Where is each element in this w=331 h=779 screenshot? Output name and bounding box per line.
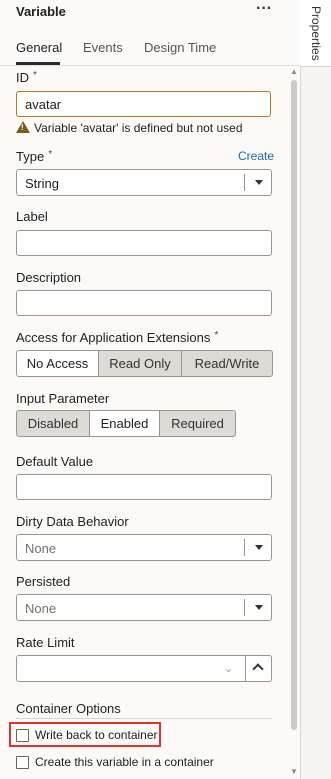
input-parameter-label: Input Parameter [16,391,110,406]
container-options-label: Container Options [16,701,121,716]
type-label: Type * [16,149,53,164]
warning-icon [16,121,30,133]
dirty-data-select[interactable]: None [16,534,272,561]
scroll-down-icon[interactable]: ▼ [290,768,298,776]
input-parameter-required-button[interactable]: Required [159,410,236,437]
chevron-down-icon[interactable]: ⌄ [224,662,233,675]
access-label: Access for Application Extensions * [16,330,219,345]
default-value-label: Default Value [16,454,94,469]
id-label: ID * [16,70,37,85]
input-parameter-enabled-button[interactable]: Enabled [89,410,160,437]
input-parameter-disabled-button[interactable]: Disabled [16,410,90,437]
persisted-label: Persisted [16,574,71,589]
tab-general[interactable]: General [16,40,62,55]
type-select[interactable]: String [16,169,272,196]
description-input[interactable] [16,290,272,316]
caret-down-icon[interactable] [255,545,263,550]
persisted-select[interactable]: None [16,594,272,621]
dirty-data-label: Dirty Data Behavior [16,514,129,529]
persisted-value: None [25,601,57,616]
default-value-input[interactable] [16,474,272,500]
access-no-access-button[interactable]: No Access [16,350,99,377]
select-divider [244,599,245,616]
tab-events[interactable]: Events [83,40,123,55]
tab-design-time[interactable]: Design Time [144,40,216,55]
label-input[interactable] [16,230,272,256]
scroll-up-icon[interactable]: ▲ [290,68,298,76]
caret-down-icon[interactable] [255,605,263,610]
select-divider [244,174,245,191]
dirty-data-value: None [25,541,57,556]
id-warning: Variable 'avatar' is defined but not use… [16,121,243,135]
access-read-only-button[interactable]: Read Only [98,350,182,377]
access-read-write-button[interactable]: Read/Write [181,350,273,377]
scrollbar-thumb[interactable] [291,80,297,730]
input-parameter-segmented-control: Disabled Enabled Required [16,410,236,437]
required-mark: * [33,70,37,81]
chevron-up-icon[interactable] [245,655,272,682]
select-divider [244,539,245,556]
label-label: Label [16,209,48,224]
create-in-container-checkbox[interactable] [16,755,29,769]
description-label: Description [16,270,82,285]
rate-limit-select[interactable]: ⌄ [16,655,272,682]
create-in-container-label: Create this variable in a container [35,755,214,769]
caret-down-icon[interactable] [255,180,263,185]
write-back-checkbox[interactable] [16,728,29,742]
warning-text: Variable 'avatar' is defined but not use… [34,121,243,135]
rate-limit-label: Rate Limit [16,635,75,650]
write-back-option[interactable]: Write back to container [16,728,158,742]
properties-side-tab[interactable]: Properties [300,0,331,67]
section-divider [16,718,272,719]
required-mark: * [214,330,219,341]
more-horizontal-icon[interactable]: ··· [256,0,272,18]
required-mark: * [48,149,53,160]
create-type-link[interactable]: Create [238,149,274,163]
properties-side-tab-label: Properties [309,6,323,61]
write-back-label: Write back to container [35,728,158,742]
panel-title: Variable [16,4,66,19]
id-input[interactable]: avatar [16,91,271,117]
type-value: String [25,176,59,191]
create-in-container-option[interactable]: Create this variable in a container [16,755,214,769]
scrollbar[interactable]: ▲ ▼ [290,68,298,777]
access-segmented-control: No Access Read Only Read/Write [16,350,273,377]
tabs-divider [0,65,300,66]
variable-properties-panel: Variable ··· General Events Design Time … [0,0,301,779]
